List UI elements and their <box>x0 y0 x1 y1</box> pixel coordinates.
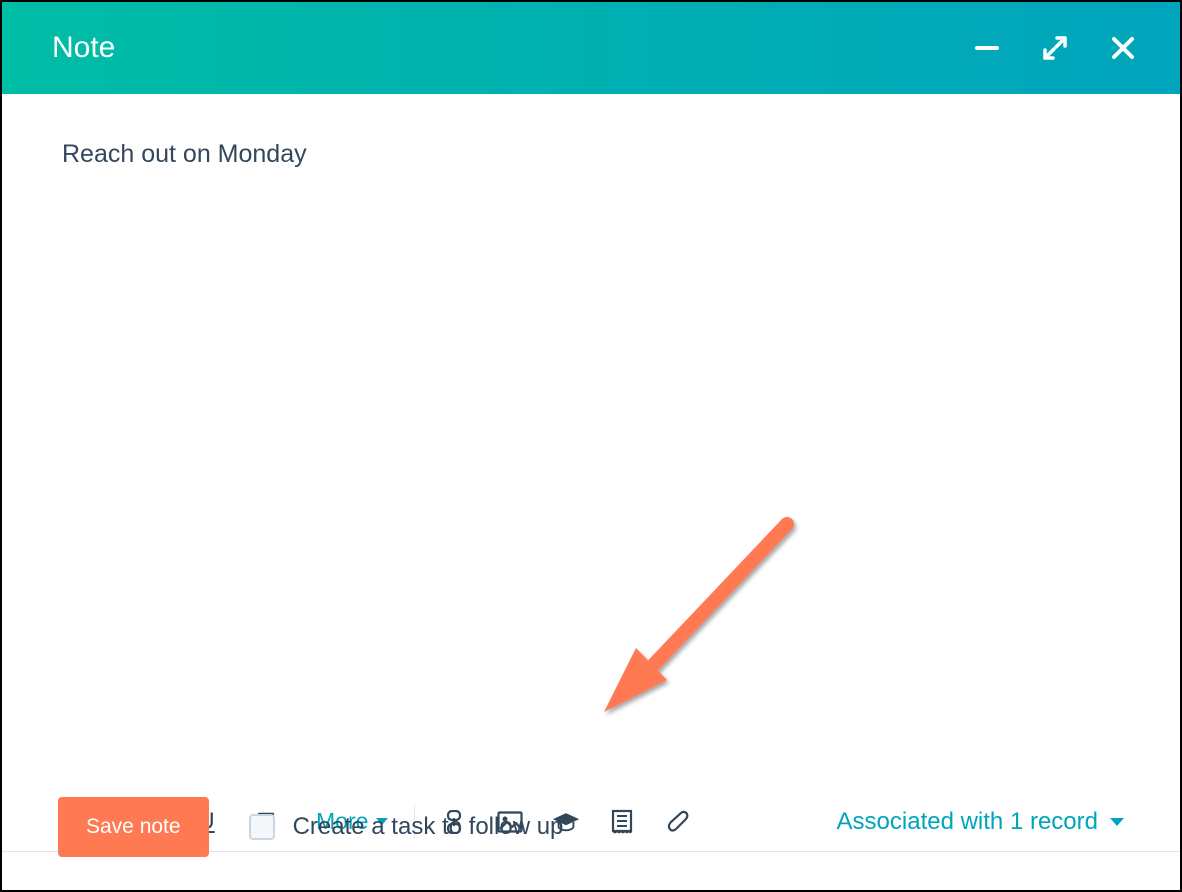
save-note-button[interactable]: Save note <box>58 797 209 857</box>
create-task-label: Create a task to follow up <box>293 813 564 841</box>
modal-header: Note <box>2 2 1180 94</box>
editor-area: Reach out on Monday B I U More <box>2 94 1180 890</box>
create-task-toggle[interactable]: Create a task to follow up <box>249 813 564 841</box>
modal-title: Note <box>52 31 970 65</box>
expand-icon <box>1041 34 1069 62</box>
window-controls <box>970 31 1140 65</box>
close-icon <box>1109 34 1137 62</box>
create-task-checkbox[interactable] <box>249 814 275 840</box>
close-button[interactable] <box>1106 31 1140 65</box>
minimize-icon <box>973 34 1001 62</box>
expand-button[interactable] <box>1038 31 1072 65</box>
note-body-input[interactable]: Reach out on Monday <box>2 94 1180 654</box>
minimize-button[interactable] <box>970 31 1004 65</box>
modal-footer: Save note Create a task to follow up <box>2 764 1180 890</box>
